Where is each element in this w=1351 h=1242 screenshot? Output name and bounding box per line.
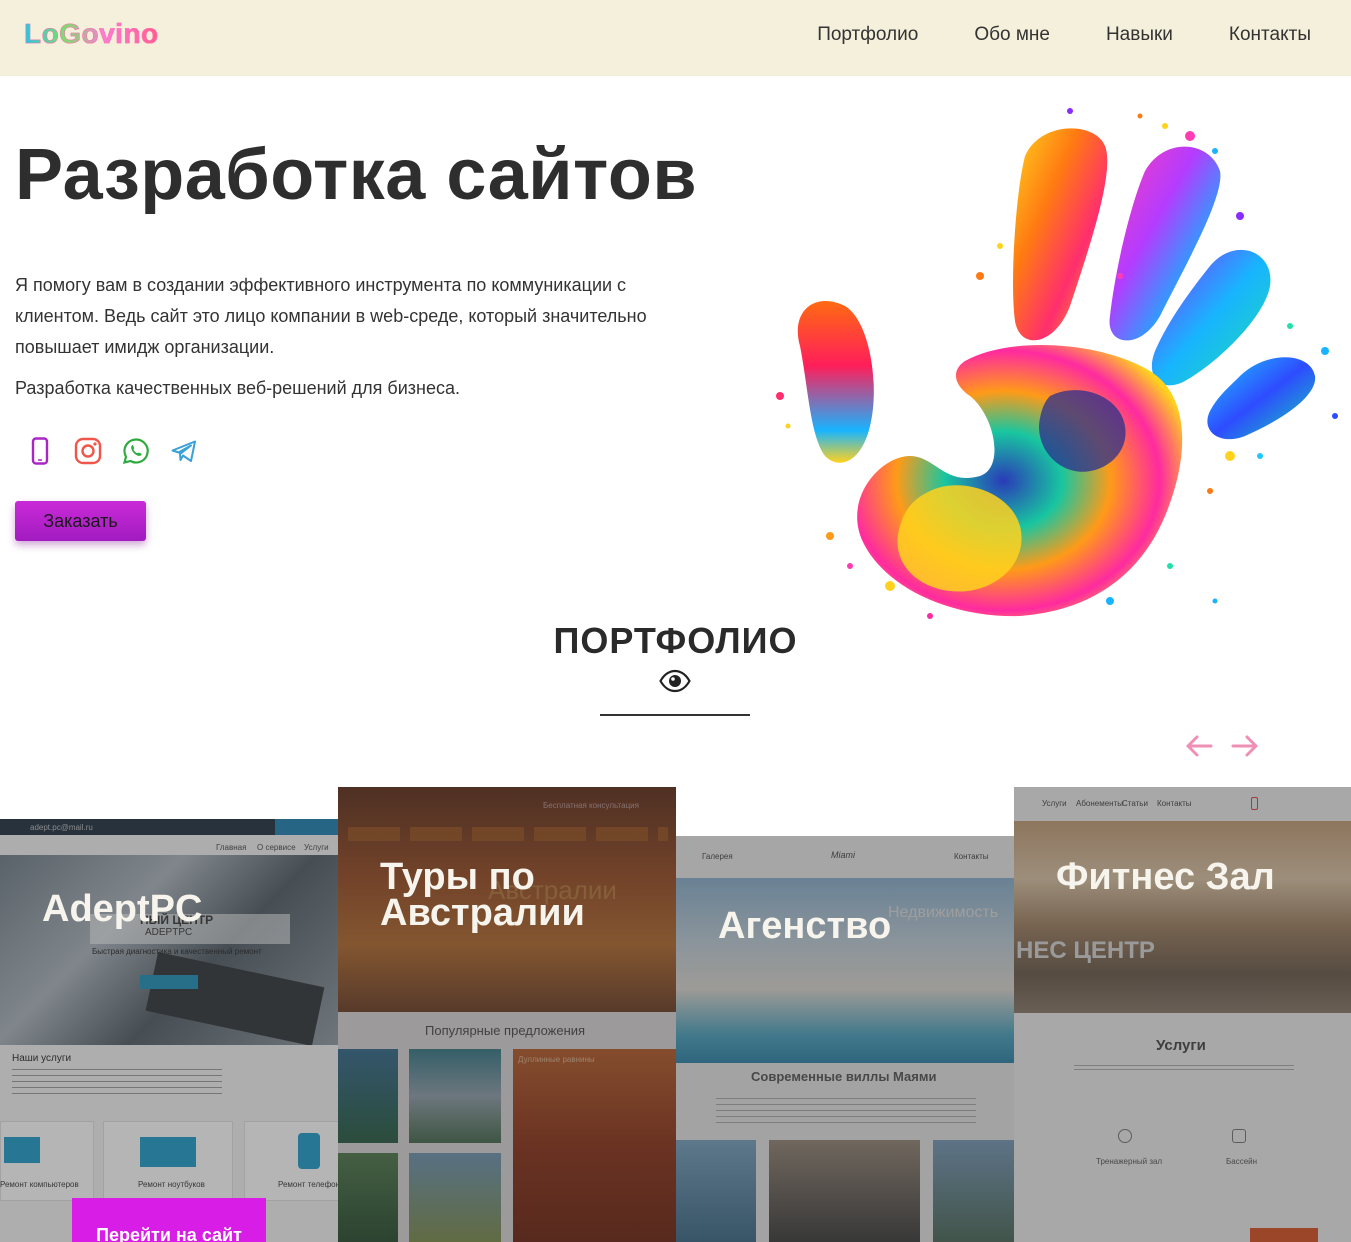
card-title: Туры по Австралии xyxy=(380,856,585,934)
order-button[interactable]: Заказать xyxy=(15,501,146,541)
portfolio-card-australia[interactable]: Бесплатная консультация Австралии Популя… xyxy=(338,787,676,1242)
logo[interactable]: LoGovino xyxy=(24,18,159,50)
portfolio-divider xyxy=(600,714,750,716)
telegram-icon[interactable] xyxy=(170,436,198,466)
main-nav: Портфолио Обо мне Навыки Контакты xyxy=(761,24,1311,46)
social-links xyxy=(26,436,198,466)
nav-link-portfolio[interactable]: Портфолио xyxy=(817,24,918,46)
portfolio-title: ПОРТФОЛИО xyxy=(553,620,798,661)
instagram-icon[interactable] xyxy=(74,436,102,466)
portfolio-card-agency[interactable]: Галерея Miami Контакты Недвижимость Совр… xyxy=(676,836,1014,1242)
hero-title: Разработка сайтов xyxy=(15,135,698,215)
visit-site-button[interactable]: Перейти на сайт xyxy=(72,1198,266,1242)
portfolio-card-adeptpc[interactable]: adept.pc@mail.ru Главная О сервисе Услуг… xyxy=(0,819,338,1242)
nav-link-skills[interactable]: Навыки xyxy=(1106,24,1173,46)
visit-site-label: Перейти на сайт xyxy=(96,1224,242,1242)
hero-subtitle: Разработка качественных веб-решений для … xyxy=(15,378,460,398)
nav-link-about[interactable]: Обо мне xyxy=(974,24,1050,46)
card-overlay xyxy=(676,836,1014,1242)
card-overlay xyxy=(0,819,338,1242)
portfolio-card-fitness[interactable]: Услуги Абонементы Статьи Контакты НЕС ЦЕ… xyxy=(1014,787,1351,1242)
phone-icon[interactable] xyxy=(26,436,54,466)
handprint-illustration xyxy=(776,108,1338,619)
arrow-right-icon[interactable] xyxy=(1230,733,1260,759)
nav-link-contacts[interactable]: Контакты xyxy=(1229,24,1311,46)
card-title: Агенство xyxy=(718,905,892,947)
card-title: AdeptPC xyxy=(42,888,203,930)
site-header: LoGovino Портфолио Обо мне Навыки Контак… xyxy=(0,0,1351,76)
whatsapp-icon[interactable] xyxy=(122,436,150,466)
card-title: Фитнес Зал xyxy=(1056,856,1275,898)
hero-description: Я помогу вам в создании эффективного инс… xyxy=(15,275,647,357)
eye-icon xyxy=(659,669,691,693)
arrow-left-icon[interactable] xyxy=(1184,733,1214,759)
